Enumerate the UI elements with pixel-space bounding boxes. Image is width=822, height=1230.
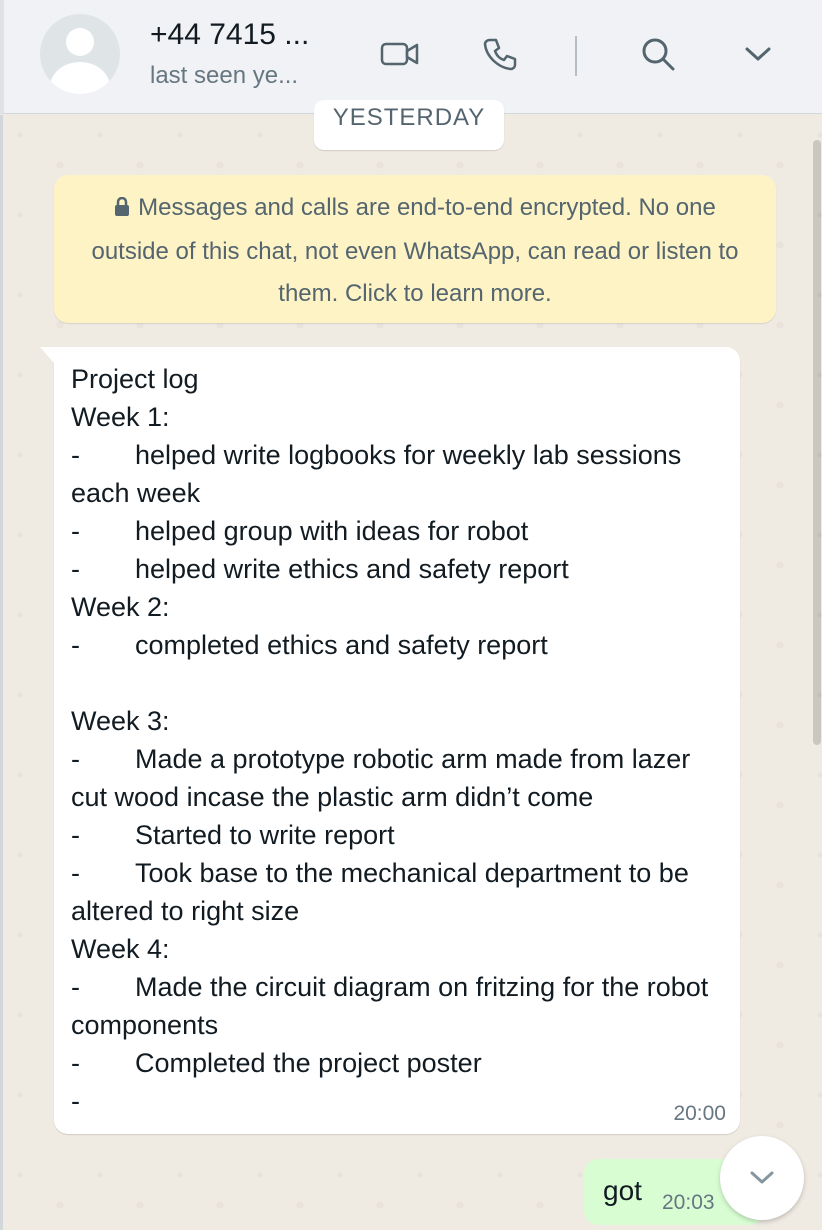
date-label: YESTERDAY: [332, 104, 486, 131]
avatar-body: [50, 62, 110, 94]
video-call-button[interactable]: [376, 30, 424, 78]
scroll-to-bottom-button[interactable]: [720, 1136, 804, 1220]
search-icon: [642, 38, 675, 71]
message-time: 20:03: [662, 1191, 715, 1214]
bubble-tail: [40, 347, 54, 363]
message-time: 20:00: [673, 1102, 726, 1125]
avatar-head: [66, 28, 94, 56]
encryption-text: Messages and calls are end-to-end encryp…: [91, 194, 739, 307]
header-divider: [575, 36, 577, 76]
message-text: got: [603, 1175, 642, 1206]
voice-call-button[interactable]: [476, 30, 524, 78]
video-call-icon: [380, 42, 419, 66]
date-chip: YESTERDAY: [314, 100, 504, 150]
incoming-message[interactable]: Project log Week 1: - helped write logbo…: [40, 347, 740, 1134]
contact-status: last seen ye...: [150, 62, 299, 89]
menu-button[interactable]: [734, 30, 782, 78]
voice-call-icon: [483, 38, 517, 71]
lock-icon: [114, 189, 130, 231]
message-text: Project log Week 1: - helped write logbo…: [71, 364, 709, 1116]
panel-divider: [0, 115, 3, 1230]
avatar[interactable]: [40, 14, 120, 94]
contact-name[interactable]: +44 7415 ...: [150, 18, 309, 52]
search-button[interactable]: [634, 30, 682, 78]
chevron-down-icon: [750, 1171, 774, 1184]
chevron-down-icon: [745, 47, 771, 61]
encryption-notice[interactable]: Messages and calls are end-to-end encryp…: [54, 175, 776, 323]
chat-header[interactable]: +44 7415 ... last seen ye...: [0, 0, 822, 114]
scrollbar[interactable]: [813, 140, 821, 745]
